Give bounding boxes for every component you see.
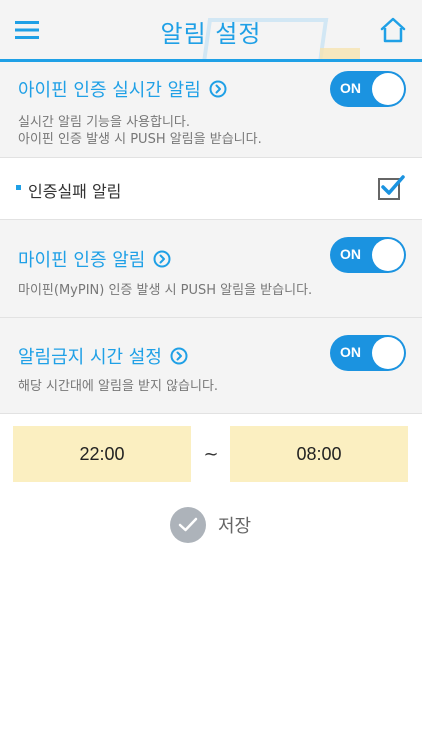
mypin-section: 마이핀 인증 알림 ON 마이핀(MyPIN) 인증 발생 시 PUSH 알림을… [0, 220, 422, 318]
ipin-realtime-desc-1: 실시간 알림 기능을 사용합니다. [18, 115, 191, 130]
quiet-time-title[interactable]: 알림금지 시간 설정 [18, 343, 188, 369]
auth-fail-checkbox[interactable] [378, 175, 405, 200]
quiet-time-title-text: 알림금지 시간 설정 [18, 347, 162, 368]
toggle-knob [372, 337, 404, 369]
checkmark-icon [178, 517, 198, 532]
chevron-right-circle-icon [209, 80, 227, 98]
bullet-marker [16, 185, 21, 190]
ipin-realtime-section: 아이핀 인증 실시간 알림 ON 실시간 알림 기능을 사용합니다. 아이핀 인… [0, 62, 422, 158]
end-time-field[interactable]: 08:00 [230, 426, 408, 482]
toggle-label: ON [340, 246, 361, 262]
chevron-right-circle-icon [170, 347, 188, 365]
quiet-time-section: 알림금지 시간 설정 ON 해당 시간대에 알림을 받지 않습니다. [0, 318, 422, 414]
mypin-toggle[interactable]: ON [330, 237, 406, 273]
ipin-realtime-desc-2: 아이핀 인증 발생 시 PUSH 알림을 받습니다. [18, 132, 262, 147]
app-header: 알림 설정 [0, 0, 422, 62]
toggle-label: ON [340, 80, 361, 96]
quiet-time-desc: 해당 시간대에 알림을 받지 않습니다. [18, 379, 219, 394]
mypin-title-text: 마이핀 인증 알림 [18, 250, 146, 271]
page-title: 알림 설정 [160, 20, 262, 48]
checkmark-icon [381, 175, 405, 195]
mypin-desc: 마이핀(MyPIN) 인증 발생 시 PUSH 알림을 받습니다. [18, 283, 313, 298]
auth-fail-label: 인증실패 알림 [28, 182, 122, 201]
ipin-realtime-title[interactable]: 아이핀 인증 실시간 알림 [18, 76, 227, 102]
quiet-time-toggle[interactable]: ON [330, 335, 406, 371]
ipin-realtime-title-text: 아이핀 인증 실시간 알림 [18, 80, 201, 101]
toggle-knob [372, 73, 404, 105]
ipin-realtime-toggle[interactable]: ON [330, 71, 406, 107]
save-label: 저장 [218, 516, 252, 537]
mypin-title[interactable]: 마이핀 인증 알림 [18, 246, 171, 272]
save-button[interactable]: 저장 [170, 507, 251, 543]
save-check-circle [170, 507, 206, 543]
auth-fail-row: 인증실패 알림 [0, 158, 422, 220]
toggle-label: ON [340, 344, 361, 360]
home-icon [380, 17, 406, 43]
home-button[interactable] [380, 16, 406, 44]
toggle-knob [372, 239, 404, 271]
chevron-right-circle-icon [153, 250, 171, 268]
